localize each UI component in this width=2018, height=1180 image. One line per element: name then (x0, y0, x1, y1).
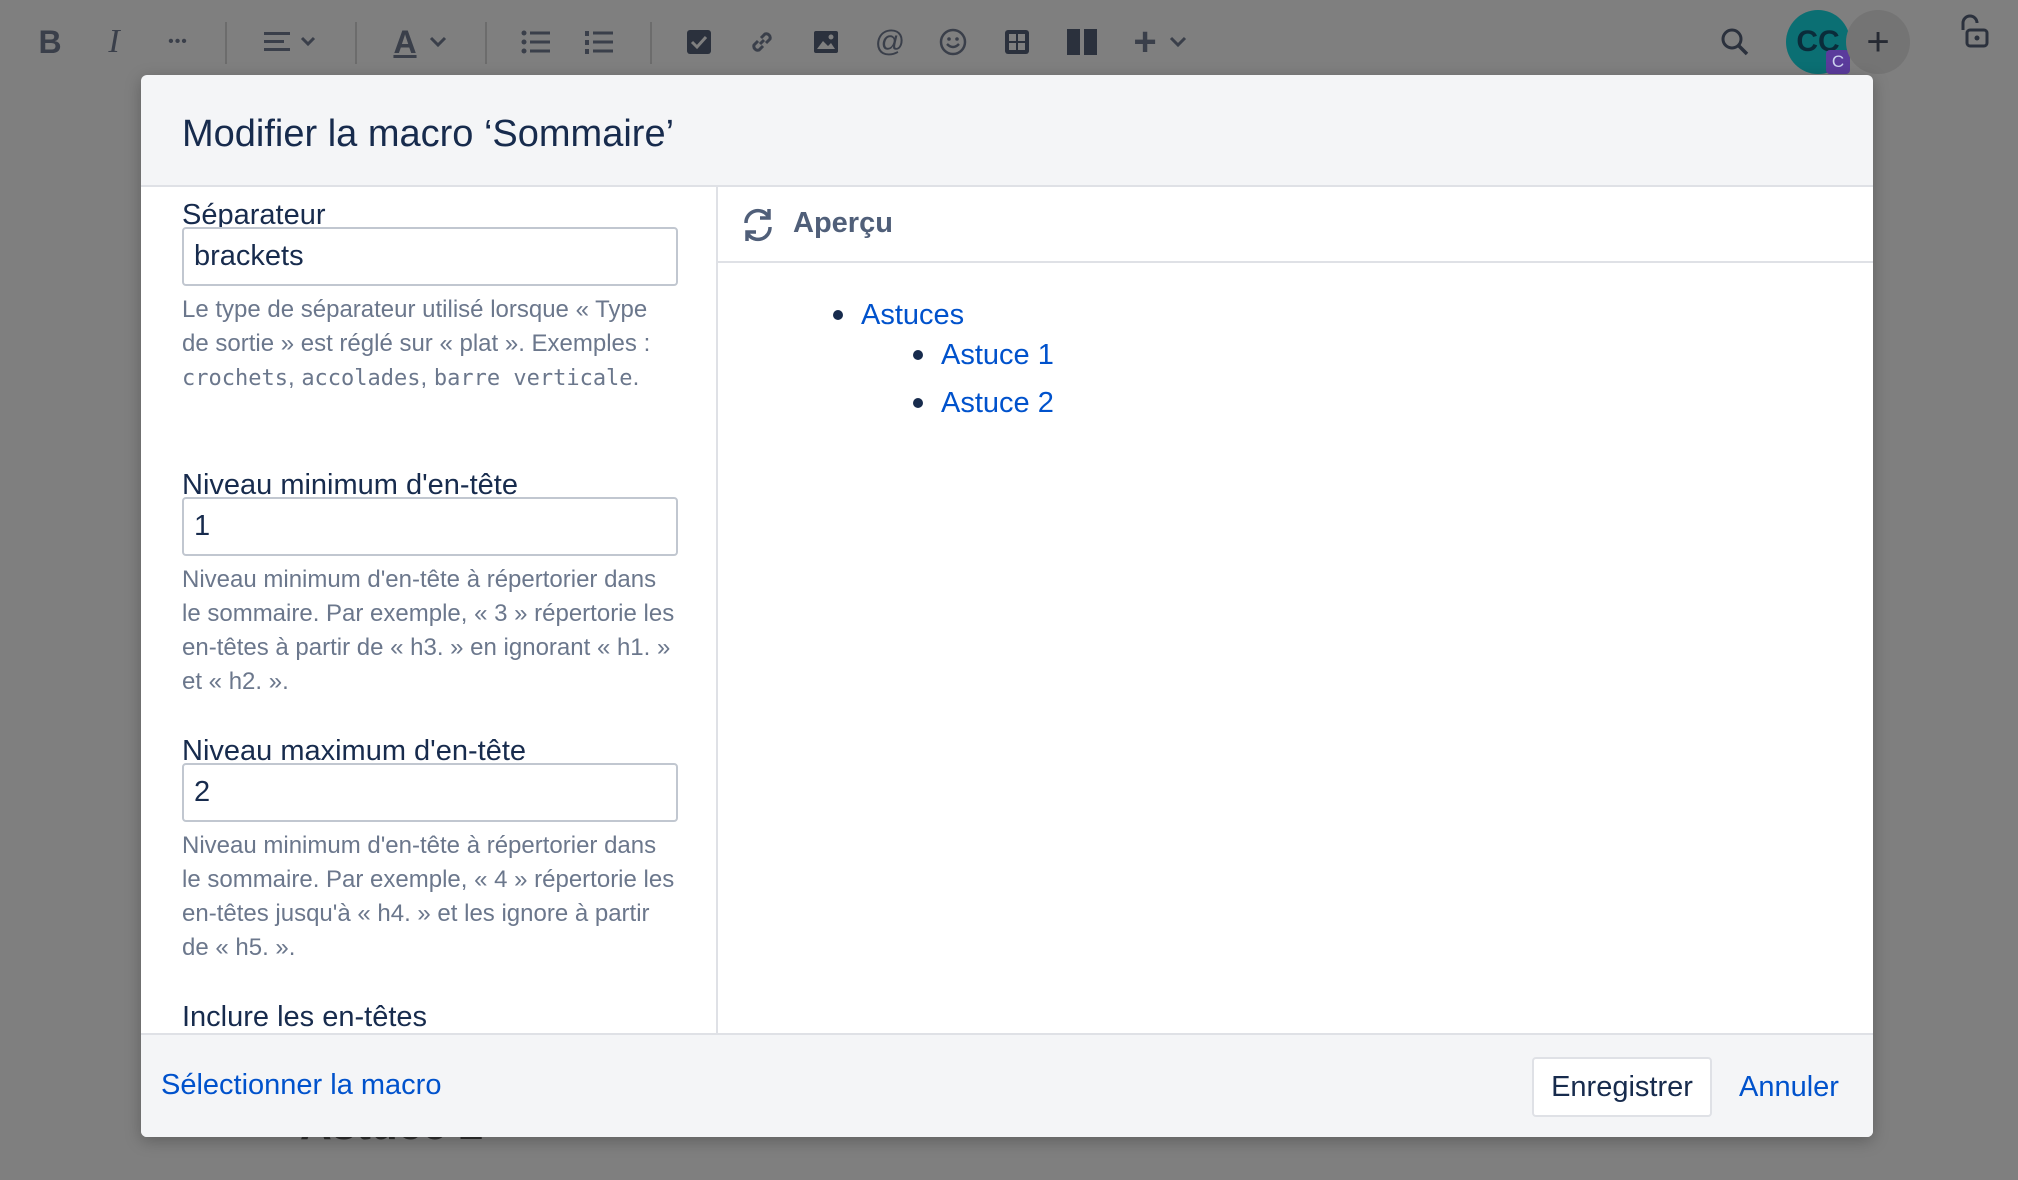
preview-header: Aperçu (718, 187, 1873, 263)
italic-icon[interactable]: I (98, 22, 130, 62)
toc-link-astuce-1[interactable]: Astuce 1 (941, 339, 1054, 371)
table-icon (1005, 30, 1029, 54)
select-macro-link[interactable]: Sélectionner la macro (161, 1069, 441, 1102)
checkbox-icon[interactable] (684, 22, 714, 62)
toc-link-astuce-2[interactable]: Astuce 2 (941, 387, 1054, 419)
avatar-badge: C (1826, 50, 1850, 74)
table-icon[interactable] (1001, 22, 1033, 62)
link-icon (752, 32, 772, 52)
separator-desc-sep: , (420, 364, 434, 391)
bullet-list-icon (521, 30, 550, 54)
toolbar-divider (650, 22, 652, 64)
include-label: Inclure les en-têtes (182, 1001, 428, 1033)
separator-example-1: crochets (182, 366, 288, 391)
max-level-input[interactable] (182, 763, 678, 822)
toolbar-divider (225, 22, 227, 64)
toolbar-divider (485, 22, 487, 64)
separator-example-3: barre verticale (433, 366, 633, 391)
macro-dialog: Modifier la macro ‘Sommaire’ Séparateur … (141, 75, 1873, 1137)
editor-toolbar: B I ••• A @ + CC C + (0, 0, 2018, 84)
lock-open-icon[interactable] (1956, 12, 1990, 52)
emoji-icon[interactable] (937, 22, 969, 62)
chevron-down-icon (429, 36, 447, 48)
dialog-body: Séparateur Le type de séparateur utilisé… (141, 187, 1873, 1033)
separator-example-2: accolades (301, 366, 421, 391)
image-icon[interactable] (811, 22, 841, 62)
numbered-list-icon[interactable] (583, 22, 615, 62)
numbered-list-icon (585, 31, 613, 54)
cancel-button[interactable]: Annuler (1731, 1057, 1847, 1117)
layout-icon[interactable] (1065, 22, 1099, 62)
include-field-group: Inclure les en-têtes (182, 1001, 678, 1033)
add-collaborator-button[interactable]: + (1846, 10, 1910, 74)
align-icon[interactable] (262, 22, 320, 62)
separator-desc-end: . (632, 364, 640, 391)
toc-link-astuces[interactable]: Astuces (861, 299, 964, 331)
separator-input[interactable] (182, 227, 678, 286)
layout-icon (1067, 29, 1097, 55)
max-level-description: Niveau minimum d'en-tête à répertorier d… (182, 832, 675, 961)
text-color-icon[interactable]: A (390, 22, 420, 62)
search-icon[interactable] (1718, 22, 1752, 62)
separator-description: Le type de séparateur utilisé lorsque « … (182, 293, 678, 396)
toc-item: Astuce 1 (913, 335, 1054, 375)
align-left-icon (264, 32, 316, 51)
dialog-title: Modifier la macro ‘Sommaire’ (182, 113, 675, 155)
separator-desc-text: Le type de séparateur utilisé lorsque « … (182, 296, 651, 357)
lock-open-icon (1961, 14, 1989, 48)
chevron-down-icon[interactable] (1166, 22, 1190, 62)
parameters-pane[interactable]: Séparateur Le type de séparateur utilisé… (141, 187, 718, 1033)
toolbar-divider (355, 22, 357, 64)
checkbox-icon (687, 30, 711, 54)
chevron-down-icon (1169, 36, 1187, 48)
dialog-header: Modifier la macro ‘Sommaire’ (141, 75, 1873, 187)
mention-icon[interactable]: @ (873, 22, 907, 62)
more-icon[interactable]: ••• (160, 22, 196, 62)
toc-item: Astuce 2 (913, 383, 1054, 423)
min-level-description: Niveau minimum d'en-tête à répertorier d… (182, 566, 675, 695)
refresh-icon[interactable] (738, 205, 778, 245)
toc-item: Astuces (832, 295, 964, 335)
bold-icon[interactable]: B (34, 22, 66, 62)
chevron-down-icon[interactable] (424, 22, 452, 62)
image-icon (814, 31, 838, 53)
separator-desc-sep: , (287, 364, 302, 391)
link-icon[interactable] (747, 22, 777, 62)
dialog-footer: Sélectionner la macro Enregistrer Annule… (141, 1033, 1873, 1137)
search-icon (1721, 28, 1749, 56)
insert-icon[interactable]: + (1130, 20, 1160, 64)
preview-pane: Aperçu Astuces Astuce 1 Astuce 2 (718, 187, 1873, 1033)
save-button[interactable]: Enregistrer (1532, 1057, 1712, 1117)
preview-label: Aperçu (793, 207, 893, 239)
bullet-list-icon[interactable] (520, 22, 552, 62)
emoji-icon (939, 28, 967, 56)
min-level-input[interactable] (182, 497, 678, 556)
